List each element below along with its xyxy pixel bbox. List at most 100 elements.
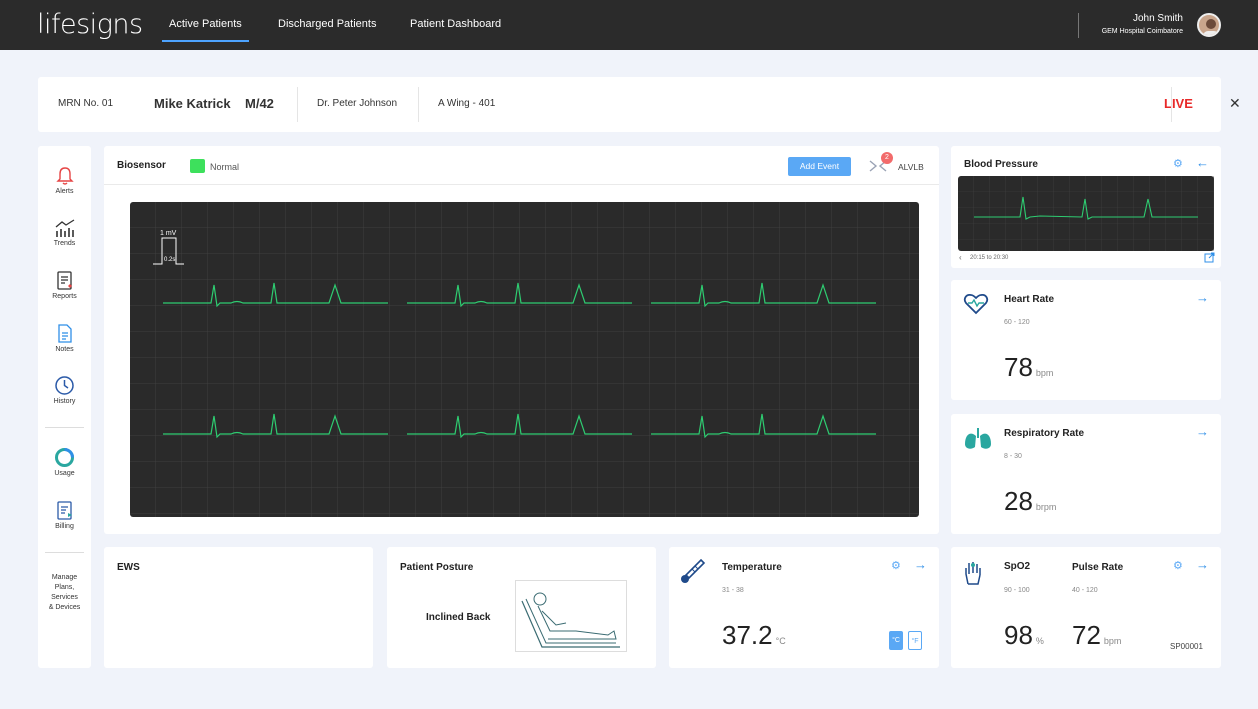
gear-icon[interactable]: ⚙ [1173,559,1183,572]
user-name: John Smith [1132,13,1183,24]
donut-icon [55,448,74,467]
spo2-title: SpO2 [1004,561,1031,572]
sidebar-item-trends[interactable]: Trends [38,218,91,247]
heart-rate-card: Heart Rate → 60 - 120 78 bpm [951,280,1221,400]
heart-rate-title: Heart Rate [1004,294,1055,305]
sidebar-item-reports[interactable]: Reports [38,270,91,300]
divider [104,184,939,185]
sidebar-item-label: Alerts [55,188,74,195]
nav-active-patients[interactable]: Active Patients [162,18,249,42]
arrow-right-icon[interactable]: → [914,557,927,572]
notes-icon [57,324,72,343]
posture-value: Inclined Back [426,612,491,623]
back-arrow-icon[interactable]: ← [1196,155,1209,170]
calibration-time-label: 0.2s [164,257,175,263]
biosensor-title: Biosensor [117,160,166,171]
unit: % [1035,636,1044,646]
unit: bpm [1103,636,1122,646]
sidebar-item-label: Usage [54,470,75,477]
ecg-monitor: 1 mV 0.2s [130,202,919,517]
temperature-card: Temperature ⚙ → 31 - 38 37.2 °C °C °F [669,547,939,668]
sidebar-item-history[interactable]: History [38,375,91,405]
posture-illustration [515,580,627,652]
sidebar-item-notes[interactable]: Notes [38,323,91,353]
divider [45,427,84,428]
temperature-value: 37.2 °C [722,620,786,651]
respiratory-rate-card: Respiratory Rate → 8 - 30 28 brpm [951,414,1221,534]
temperature-range: 31 - 38 [722,587,744,594]
celsius-toggle[interactable]: °C [889,631,903,650]
spo2-pulse-card: SpO2 Pulse Rate ⚙ → 90 - 100 40 - 120 98… [951,547,1221,668]
respiratory-rate-title: Respiratory Rate [1004,428,1085,439]
arrow-right-icon[interactable]: → [1196,290,1209,305]
pulse-rate-title: Pulse Rate [1072,562,1124,573]
heart-icon [963,293,989,315]
respiratory-rate-range: 8 - 30 [1004,453,1022,460]
divider [45,552,84,553]
clock-icon [55,376,74,395]
thermometer-icon [681,558,706,583]
manage-label-line: & Devices [48,604,81,611]
heart-rate-value: 78 bpm [1004,352,1053,383]
patient-info-bar: MRN No. 01 Mike Katrick M/42 Dr. Peter J… [38,77,1241,132]
value: 98 [1004,620,1033,650]
unit: °C [775,636,786,646]
value: 37.2 [722,620,773,650]
sidebar-item-billing[interactable]: Billing [38,500,91,530]
close-icon[interactable]: ✕ [1229,95,1241,112]
app-logo[interactable]: lifesigns [37,9,143,40]
value: 72 [1072,620,1101,650]
sidebar-item-label: Billing [55,523,74,530]
add-event-button[interactable]: Add Event [788,157,851,176]
lead-label: ALVLB [898,162,924,172]
spo2-range: 90 - 100 [1004,587,1030,594]
calibration-mv-label: 1 mV [160,230,177,237]
spo2-value: 98% [1004,620,1044,651]
blood-pressure-chart [958,176,1214,251]
chevron-left-icon[interactable]: ‹ [959,253,962,262]
hand-icon [965,562,981,585]
value: 78 [1004,352,1033,382]
arrow-right-icon[interactable]: → [1196,424,1209,439]
divider [418,87,419,122]
ews-card: EWS [104,547,373,668]
heart-rate-range: 60 - 120 [1004,319,1030,326]
patient-name: Mike Katrick [154,96,231,111]
user-hospital: GEM Hospital Coimbatore [1101,28,1183,35]
lungs-icon [965,428,991,449]
expand-icon[interactable] [1204,252,1215,263]
reports-icon [56,271,72,290]
pulse-rate-range: 40 - 120 [1072,587,1098,594]
manage-label-line: Services [51,594,78,601]
top-bar: lifesigns Active Patients Discharged Pat… [0,0,1258,50]
sidebar: Alerts Trends Reports Notes History Usag… [38,146,91,668]
divider [1171,87,1172,122]
doctor-name: Dr. Peter Johnson [317,98,398,109]
sidebar-item-usage[interactable]: Usage [38,447,91,477]
nav-discharged-patients[interactable]: Discharged Patients [278,18,376,30]
arrow-right-icon[interactable]: → [1196,557,1209,572]
gear-icon[interactable]: ⚙ [891,559,901,572]
notification-badge: 2 [881,152,893,164]
avatar[interactable] [1197,13,1221,37]
live-status: LIVE [1164,96,1193,111]
fahrenheit-toggle[interactable]: °F [908,631,922,650]
sidebar-item-label: Notes [55,346,74,353]
temperature-title: Temperature [722,562,782,573]
blood-pressure-title: Blood Pressure [964,159,1038,170]
sidebar-item-alerts[interactable]: Alerts [38,166,91,195]
nav-patient-dashboard[interactable]: Patient Dashboard [410,18,501,30]
bell-icon [55,167,74,185]
time-range: 20:15 to 20:30 [970,255,1009,261]
ews-title: EWS [117,562,140,573]
unit: brpm [1035,502,1057,512]
divider [297,87,298,122]
sidebar-item-manage[interactable]: Manage Plans, Services & Devices [38,573,91,613]
sidebar-item-label: History [53,398,76,405]
gear-icon[interactable]: ⚙ [1173,157,1183,170]
manage-label-line: Plans, [54,584,75,591]
sidebar-item-label: Trends [53,240,76,247]
bp-trace [958,176,1214,251]
sidebar-item-label: Reports [52,293,77,300]
status-swatch [190,159,205,173]
